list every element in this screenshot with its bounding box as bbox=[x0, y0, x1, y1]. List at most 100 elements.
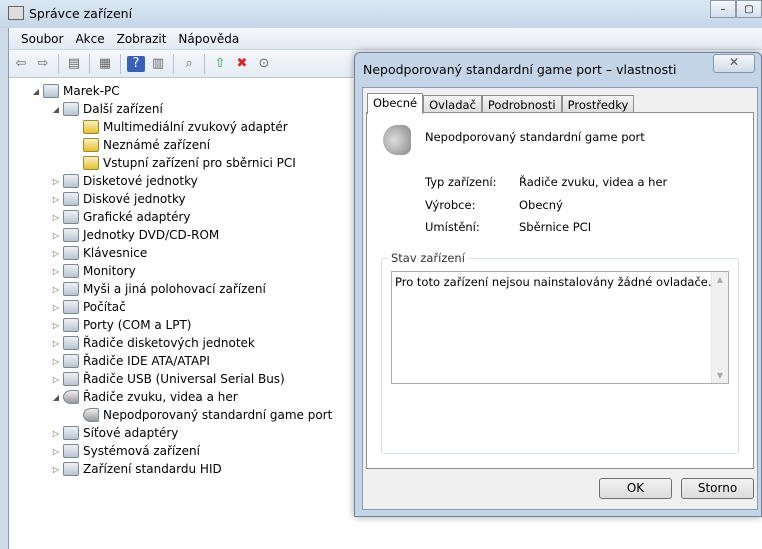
expand-arrow-icon[interactable]: ▷ bbox=[51, 177, 61, 186]
update-driver-icon[interactable]: ⇧ bbox=[211, 56, 229, 72]
forward-icon[interactable]: ⇨ bbox=[34, 56, 52, 72]
device-manager-icon bbox=[8, 6, 24, 20]
tree-item[interactable]: ▷ Porty (COM a LPT) bbox=[51, 316, 191, 334]
device-status-text: Pro toto zařízení nejsou nainstalovány ž… bbox=[395, 275, 712, 289]
tree-item[interactable]: ▷ Řadiče IDE ATA/ATAPI bbox=[51, 352, 210, 370]
back-icon[interactable]: ⇦ bbox=[12, 56, 30, 72]
speaker-icon bbox=[63, 390, 79, 404]
tab-prostredky[interactable]: Prostředky bbox=[561, 95, 635, 113]
window-title: Správce zařízení bbox=[29, 6, 133, 21]
device-type-value: Řadiče zvuku, videa a her bbox=[519, 175, 668, 189]
tab-ovladac[interactable]: Ovladač bbox=[423, 95, 482, 113]
show-action-pane-icon[interactable]: ▥ bbox=[149, 56, 167, 72]
tree-item[interactable]: ▷ Zařízení standardu HID bbox=[51, 460, 222, 478]
expand-arrow-icon[interactable]: ▷ bbox=[51, 267, 61, 276]
tree-item[interactable]: ▷ Jednotky DVD/CD-ROM bbox=[51, 226, 219, 244]
tree-item[interactable]: ▷ Síťové adaptéry bbox=[51, 424, 178, 442]
expand-arrow-icon[interactable]: ▷ bbox=[51, 303, 61, 312]
disable-icon[interactable]: ⊙ bbox=[255, 56, 273, 72]
device-icon bbox=[63, 462, 79, 476]
properties-icon[interactable]: ▦ bbox=[96, 56, 114, 72]
tree-item[interactable]: ◢ Marek-PC bbox=[31, 82, 120, 100]
expand-arrow-icon[interactable]: ▷ bbox=[51, 213, 61, 222]
tree-item-label: Systémová zařízení bbox=[83, 444, 200, 458]
expand-arrow-icon[interactable]: ▷ bbox=[51, 375, 61, 384]
tree-item-label: Grafické adaptéry bbox=[83, 210, 191, 224]
general-tab-panel: Nepodporovaný standardní game port Typ z… bbox=[366, 112, 754, 469]
menu-soubor[interactable]: Soubor bbox=[15, 28, 69, 49]
speaker-icon bbox=[383, 125, 411, 155]
tree-item[interactable]: ▷ Klávesnice bbox=[51, 244, 147, 262]
location-value: Sběrnice PCI bbox=[519, 220, 592, 234]
tree-item[interactable]: ▷ Grafické adaptéry bbox=[51, 208, 191, 226]
menu-napoveda[interactable]: Nápověda bbox=[172, 28, 245, 49]
help-icon[interactable]: ? bbox=[127, 55, 145, 72]
tree-item-label: Monitory bbox=[83, 264, 136, 278]
tree-item-label: Počítač bbox=[83, 300, 126, 314]
dialog-title: Nepodporovaný standardní game port – vla… bbox=[363, 62, 677, 77]
expand-arrow-icon[interactable]: ▷ bbox=[51, 447, 61, 456]
ok-button[interactable]: OK bbox=[599, 478, 672, 499]
expand-arrow-icon[interactable]: ▷ bbox=[51, 429, 61, 438]
tree-item[interactable]: Vstupní zařízení pro sběrnici PCI bbox=[71, 154, 296, 172]
tree-item[interactable]: Neznámé zařízení bbox=[71, 136, 210, 154]
tree-item[interactable]: ▷ Systémová zařízení bbox=[51, 442, 200, 460]
expand-arrow-icon[interactable]: ▷ bbox=[51, 285, 61, 294]
scan-hardware-icon[interactable]: ⌕ bbox=[180, 56, 198, 72]
computer-icon bbox=[43, 84, 59, 98]
menu-akce[interactable]: Akce bbox=[69, 28, 110, 49]
close-button[interactable]: ✕ bbox=[713, 54, 755, 73]
tree-item-label: Řadiče IDE ATA/ATAPI bbox=[83, 354, 210, 368]
expand-arrow-icon[interactable]: ▷ bbox=[51, 195, 61, 204]
tree-item[interactable]: ▷ Řadiče USB (Universal Serial Bus) bbox=[51, 370, 285, 388]
collapse-arrow-icon[interactable]: ◢ bbox=[51, 105, 61, 114]
device-status-textbox[interactable]: Pro toto zařízení nejsou nainstalovány ž… bbox=[391, 271, 729, 384]
device-icon bbox=[63, 372, 79, 386]
device-icon bbox=[63, 336, 79, 350]
warning-icon bbox=[83, 120, 99, 134]
expand-arrow-icon[interactable]: ▷ bbox=[51, 357, 61, 366]
expand-arrow-icon[interactable]: ▷ bbox=[51, 321, 61, 330]
tree-item[interactable]: ▷ Disketové jednotky bbox=[51, 172, 198, 190]
tab-obecne[interactable]: Obecné bbox=[367, 93, 424, 114]
scrollbar[interactable]: ▲ ▼ bbox=[711, 272, 728, 383]
tab-podrobnosti[interactable]: Podrobnosti bbox=[481, 95, 562, 113]
tree-item-label: Řadiče disketových jednotek bbox=[83, 336, 255, 350]
collapse-arrow-icon[interactable]: ◢ bbox=[31, 87, 41, 96]
collapse-arrow-icon[interactable]: ◢ bbox=[51, 393, 61, 402]
warning-icon bbox=[83, 156, 99, 170]
separator bbox=[89, 53, 90, 74]
expand-arrow-icon[interactable]: ▷ bbox=[51, 339, 61, 348]
tree-item-label: Nepodporovaný standardní game port bbox=[103, 408, 333, 422]
device-icon bbox=[63, 426, 79, 440]
uninstall-icon[interactable]: ✖ bbox=[233, 56, 251, 72]
tree-item-label: Porty (COM a LPT) bbox=[83, 318, 192, 332]
tree-item[interactable]: ◢ Řadiče zvuku, videa a her bbox=[51, 388, 238, 406]
device-icon bbox=[63, 300, 79, 314]
tree-item[interactable]: ▷ Diskové jednotky bbox=[51, 190, 186, 208]
tree-item[interactable]: ▷ Myši a jiná polohovací zařízení bbox=[51, 280, 266, 298]
device-status-label: Stav zařízení bbox=[388, 251, 468, 265]
unknown-icon bbox=[63, 102, 79, 116]
cancel-button[interactable]: Storno bbox=[681, 478, 754, 499]
expand-arrow-icon[interactable]: ▷ bbox=[51, 465, 61, 474]
tree-item[interactable]: ◢ Další zařízení bbox=[51, 100, 163, 118]
minimize-button[interactable]: – bbox=[710, 0, 736, 18]
separator bbox=[204, 53, 205, 74]
expand-arrow-icon[interactable]: ▷ bbox=[51, 231, 61, 240]
expand-arrow-icon[interactable]: ▷ bbox=[51, 249, 61, 258]
device-icon bbox=[63, 264, 79, 278]
tree-item[interactable]: ▷ Počítač bbox=[51, 298, 126, 316]
tree-item[interactable]: ▷ Monitory bbox=[51, 262, 136, 280]
tree-item[interactable]: Nepodporovaný standardní game port bbox=[71, 406, 332, 424]
menu-zobrazit[interactable]: Zobrazit bbox=[111, 28, 173, 49]
device-status-group: Stav zařízení Pro toto zařízení nejsou n… bbox=[381, 251, 739, 454]
tree-item[interactable]: ▷ Řadiče disketových jednotek bbox=[51, 334, 255, 352]
device-icon bbox=[63, 444, 79, 458]
manufacturer-label: Výrobce: bbox=[425, 198, 476, 212]
maximize-button[interactable]: ▢ bbox=[736, 0, 762, 18]
show-hide-console-tree-icon[interactable]: ▤ bbox=[65, 56, 83, 72]
tree-item[interactable]: Multimediální zvukový adaptér bbox=[71, 118, 288, 136]
tree-item-label: Další zařízení bbox=[83, 102, 163, 116]
tree-item-label: Disketové jednotky bbox=[83, 174, 198, 188]
